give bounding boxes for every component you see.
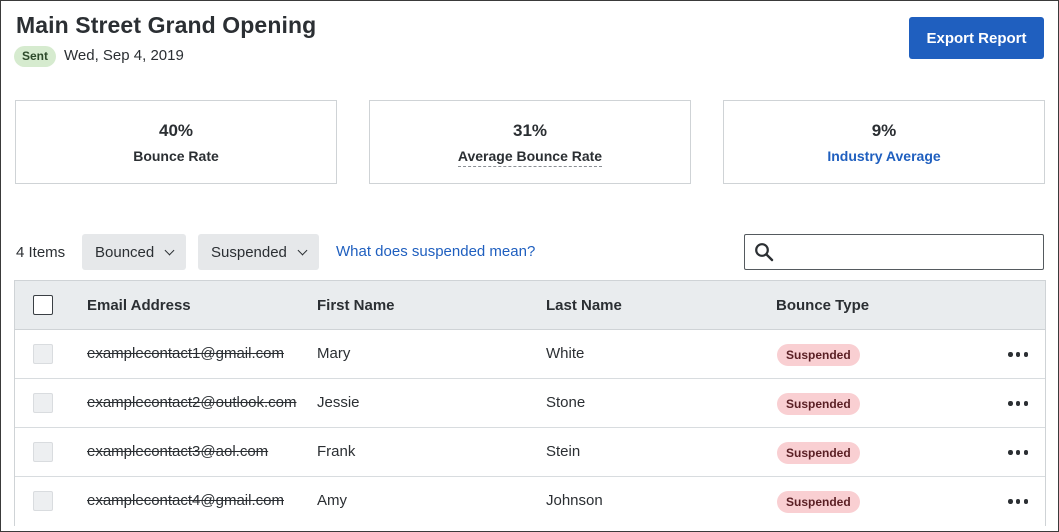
search-input[interactable] [744, 234, 1044, 270]
last-name-cell: Johnson [546, 492, 603, 509]
email-cell: examplecontact4@gmail.com [87, 492, 284, 509]
last-name-cell: Stein [546, 443, 581, 460]
row-checkbox [33, 491, 53, 511]
column-header-first-name[interactable]: First Name [317, 297, 395, 314]
row-checkbox [33, 344, 53, 364]
table-header: Email Address First Name Last Name Bounc… [15, 281, 1045, 330]
column-header-bounce-type[interactable]: Bounce Type [776, 297, 869, 314]
page-title: Main Street Grand Opening [16, 12, 317, 38]
more-horizontal-icon[interactable] [1008, 499, 1028, 504]
stat-card-average-bounce-rate: 31% Average Bounce Rate [369, 100, 691, 184]
table-row: examplecontact3@aol.com Frank Stein Susp… [15, 428, 1045, 477]
more-horizontal-icon[interactable] [1008, 450, 1028, 455]
select-all-checkbox[interactable] [33, 295, 53, 315]
status-badge: Sent [14, 46, 57, 67]
stat-card-industry-average: 9% Industry Average [723, 100, 1045, 184]
filter-bounced-dropdown[interactable]: Bounced [82, 234, 187, 270]
stat-card-bounce-rate: 40% Bounce Rate [15, 100, 337, 184]
first-name-cell: Amy [317, 492, 347, 509]
bounce-type-badge: Suspended [777, 491, 860, 513]
stat-label-text[interactable]: Average Bounce Rate [457, 148, 603, 167]
row-checkbox [33, 393, 53, 413]
email-cell: examplecontact2@outlook.com [87, 394, 297, 411]
contacts-table: Email Address First Name Last Name Bounc… [14, 280, 1046, 526]
chevron-down-icon [297, 245, 308, 255]
column-header-email[interactable]: Email Address [87, 297, 191, 314]
industry-average-link[interactable]: Industry Average [724, 148, 1044, 164]
more-horizontal-icon[interactable] [1008, 352, 1028, 357]
stat-value: 9% [871, 121, 897, 140]
first-name-cell: Jessie [317, 394, 360, 411]
first-name-cell: Frank [317, 443, 356, 460]
campaign-report-page: Main Street Grand Opening Sent Wed, Sep … [0, 0, 1059, 532]
bounce-type-badge: Suspended [777, 393, 860, 415]
suspended-help-link[interactable]: What does suspended mean? [336, 243, 535, 260]
column-header-last-name[interactable]: Last Name [546, 297, 622, 314]
table-row: examplecontact1@gmail.com Mary White Sus… [15, 330, 1045, 379]
search-icon [755, 243, 774, 262]
sent-date: Wed, Sep 4, 2019 [64, 47, 184, 64]
last-name-cell: Stone [546, 394, 586, 411]
filter-suspended-label: Suspended [211, 243, 287, 261]
last-name-cell: White [546, 345, 585, 362]
stat-label: Bounce Rate [133, 148, 219, 164]
bounce-type-badge: Suspended [777, 442, 860, 464]
bounce-type-badge: Suspended [777, 344, 860, 366]
items-count: 4 Items [16, 244, 66, 261]
first-name-cell: Mary [317, 345, 351, 362]
email-cell: examplecontact1@gmail.com [87, 345, 284, 362]
stat-value: 31% [512, 121, 548, 140]
stat-value: 40% [158, 121, 194, 140]
email-cell: examplecontact3@aol.com [87, 443, 269, 460]
row-checkbox [33, 442, 53, 462]
chevron-down-icon [164, 245, 175, 255]
filter-bounced-label: Bounced [95, 243, 155, 261]
table-row: examplecontact4@gmail.com Amy Johnson Su… [15, 477, 1045, 526]
filter-suspended-dropdown[interactable]: Suspended [198, 234, 319, 270]
table-row: examplecontact2@outlook.com Jessie Stone… [15, 379, 1045, 428]
more-horizontal-icon[interactable] [1008, 401, 1028, 406]
export-report-button[interactable]: Export Report [909, 17, 1044, 59]
stat-label-tooltip[interactable]: Average Bounce Rate [370, 148, 690, 167]
